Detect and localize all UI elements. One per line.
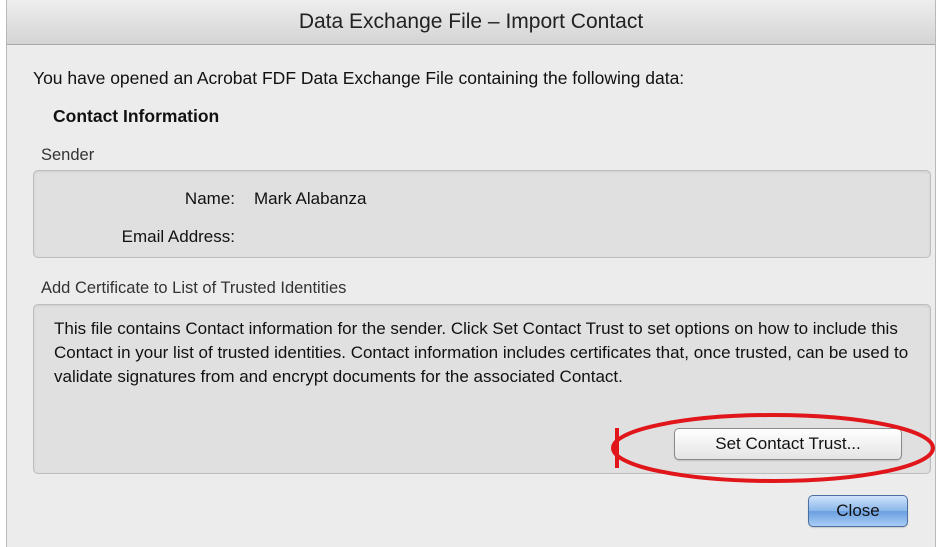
email-label: Email Address: (121, 227, 235, 246)
name-value: Mark Alabanza (254, 189, 367, 208)
sender-group-box: Name: Mark Alabanza Email Address: (33, 170, 931, 258)
certificate-group-label: Add Certificate to List of Trusted Ident… (41, 279, 347, 297)
intro-text: You have opened an Acrobat FDF Data Exch… (33, 68, 685, 88)
certificate-group-box: This file contains Contact information f… (33, 304, 931, 474)
name-label: Name: (184, 189, 235, 208)
import-contact-dialog: Data Exchange File – Import Contact You … (6, 0, 936, 547)
set-contact-trust-button[interactable]: Set Contact Trust... (674, 428, 902, 460)
dialog-title: Data Exchange File – Import Contact (7, 0, 935, 45)
close-button[interactable]: Close (808, 495, 908, 527)
certificate-description: This file contains Contact information f… (54, 319, 909, 386)
sender-group-label: Sender (41, 146, 95, 164)
contact-information-heading: Contact Information (53, 106, 220, 126)
